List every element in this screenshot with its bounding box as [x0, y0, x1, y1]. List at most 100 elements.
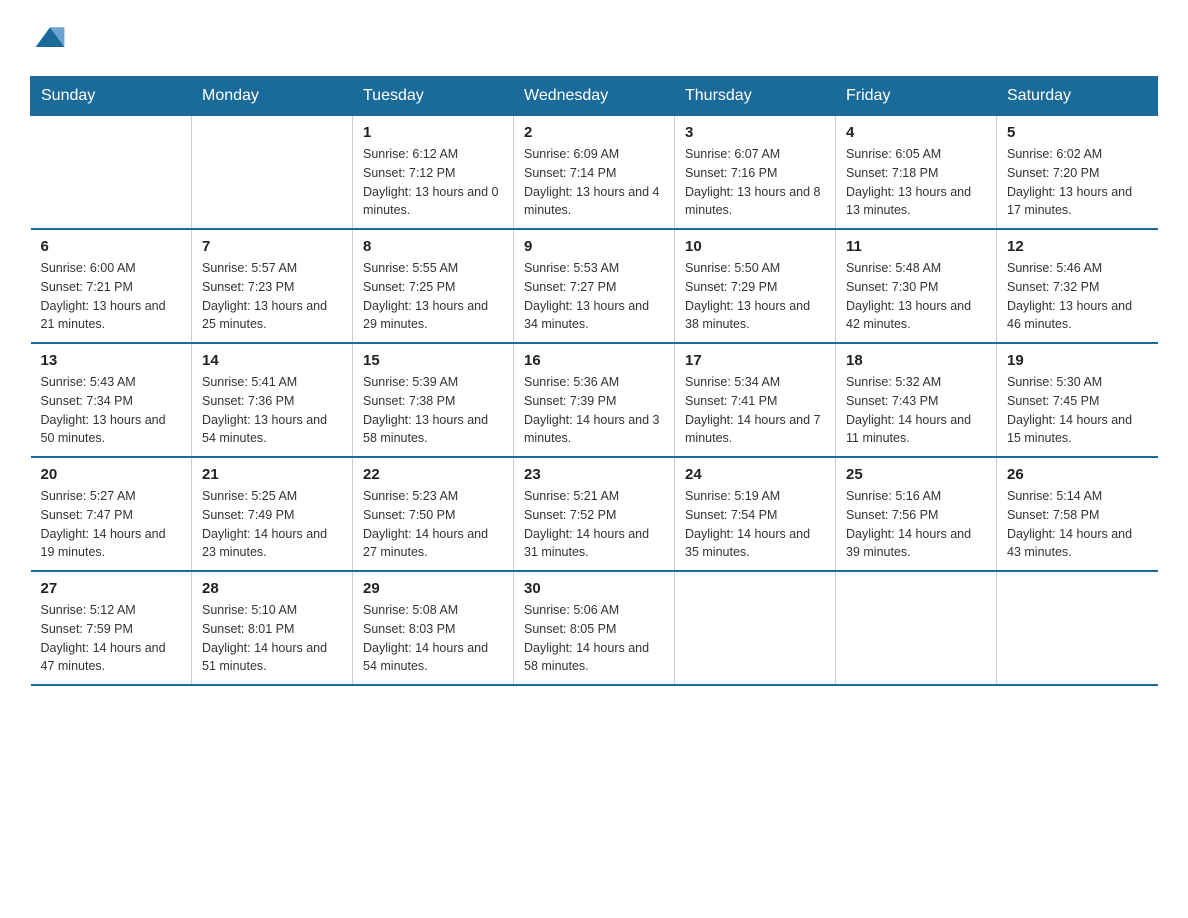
- calendar-cell: [675, 571, 836, 685]
- week-row-2: 6 Sunrise: 6:00 AMSunset: 7:21 PMDaylight…: [31, 229, 1158, 343]
- calendar-cell: 4 Sunrise: 6:05 AMSunset: 7:18 PMDaylight…: [836, 116, 997, 230]
- day-of-week-sunday: Sunday: [31, 77, 192, 116]
- day-info: Sunrise: 5:16 AMSunset: 7:56 PMDaylight:…: [846, 487, 986, 562]
- day-number: 30: [524, 580, 664, 597]
- calendar-cell: 26 Sunrise: 5:14 AMSunset: 7:58 PMDayligh…: [997, 457, 1158, 571]
- day-of-week-friday: Friday: [836, 77, 997, 116]
- day-info: Sunrise: 5:27 AMSunset: 7:47 PMDaylight:…: [41, 487, 182, 562]
- day-number: 13: [41, 352, 182, 369]
- day-info: Sunrise: 5:08 AMSunset: 8:03 PMDaylight:…: [363, 601, 503, 676]
- logo-icon: [32, 20, 68, 56]
- day-info: Sunrise: 6:05 AMSunset: 7:18 PMDaylight:…: [846, 145, 986, 220]
- calendar-cell: 20 Sunrise: 5:27 AMSunset: 7:47 PMDayligh…: [31, 457, 192, 571]
- calendar-cell: 17Sunrise: 5:34 AMSunset: 7:41 PMDayligh…: [675, 343, 836, 457]
- day-info: Sunrise: 6:02 AMSunset: 7:20 PMDaylight:…: [1007, 145, 1148, 220]
- calendar-cell: [192, 116, 353, 230]
- calendar-cell: 15 Sunrise: 5:39 AMSunset: 7:38 PMDayligh…: [353, 343, 514, 457]
- day-info: Sunrise: 5:39 AMSunset: 7:38 PMDaylight:…: [363, 373, 503, 448]
- day-number: 20: [41, 466, 182, 483]
- day-info: Sunrise: 5:57 AMSunset: 7:23 PMDaylight:…: [202, 259, 342, 334]
- day-number: 19: [1007, 352, 1148, 369]
- week-row-3: 13 Sunrise: 5:43 AMSunset: 7:34 PMDayligh…: [31, 343, 1158, 457]
- day-number: 7: [202, 238, 342, 255]
- calendar-cell: 1Sunrise: 6:12 AMSunset: 7:12 PMDaylight…: [353, 116, 514, 230]
- day-info: Sunrise: 5:30 AMSunset: 7:45 PMDaylight:…: [1007, 373, 1148, 448]
- day-info: Sunrise: 6:07 AMSunset: 7:16 PMDaylight:…: [685, 145, 825, 220]
- day-number: 28: [202, 580, 342, 597]
- calendar-body: 1Sunrise: 6:12 AMSunset: 7:12 PMDaylight…: [31, 116, 1158, 686]
- day-info: Sunrise: 5:14 AMSunset: 7:58 PMDaylight:…: [1007, 487, 1148, 562]
- day-number: 4: [846, 124, 986, 141]
- day-of-week-tuesday: Tuesday: [353, 77, 514, 116]
- day-info: Sunrise: 5:43 AMSunset: 7:34 PMDaylight:…: [41, 373, 182, 448]
- day-of-week-monday: Monday: [192, 77, 353, 116]
- calendar-cell: 13 Sunrise: 5:43 AMSunset: 7:34 PMDayligh…: [31, 343, 192, 457]
- day-number: 17: [685, 352, 825, 369]
- calendar-cell: 14 Sunrise: 5:41 AMSunset: 7:36 PMDayligh…: [192, 343, 353, 457]
- day-info: Sunrise: 5:48 AMSunset: 7:30 PMDaylight:…: [846, 259, 986, 334]
- calendar-cell: 21Sunrise: 5:25 AMSunset: 7:49 PMDayligh…: [192, 457, 353, 571]
- week-row-1: 1Sunrise: 6:12 AMSunset: 7:12 PMDaylight…: [31, 116, 1158, 230]
- day-of-week-saturday: Saturday: [997, 77, 1158, 116]
- day-number: 6: [41, 238, 182, 255]
- day-info: Sunrise: 6:12 AMSunset: 7:12 PMDaylight:…: [363, 145, 503, 220]
- calendar-cell: 18Sunrise: 5:32 AMSunset: 7:43 PMDayligh…: [836, 343, 997, 457]
- calendar-cell: [836, 571, 997, 685]
- day-info: Sunrise: 5:36 AMSunset: 7:39 PMDaylight:…: [524, 373, 664, 448]
- calendar-cell: 24 Sunrise: 5:19 AMSunset: 7:54 PMDayligh…: [675, 457, 836, 571]
- day-info: Sunrise: 5:12 AMSunset: 7:59 PMDaylight:…: [41, 601, 182, 676]
- day-number: 3: [685, 124, 825, 141]
- calendar-cell: 11 Sunrise: 5:48 AMSunset: 7:30 PMDayligh…: [836, 229, 997, 343]
- calendar-cell: 9 Sunrise: 5:53 AMSunset: 7:27 PMDaylight…: [514, 229, 675, 343]
- days-of-week-row: SundayMondayTuesdayWednesdayThursdayFrid…: [31, 77, 1158, 116]
- calendar-cell: 12 Sunrise: 5:46 AMSunset: 7:32 PMDayligh…: [997, 229, 1158, 343]
- calendar-table: SundayMondayTuesdayWednesdayThursdayFrid…: [30, 76, 1158, 686]
- calendar-cell: 30 Sunrise: 5:06 AMSunset: 8:05 PMDayligh…: [514, 571, 675, 685]
- day-info: Sunrise: 5:10 AMSunset: 8:01 PMDaylight:…: [202, 601, 342, 676]
- calendar-cell: 3 Sunrise: 6:07 AMSunset: 7:16 PMDaylight…: [675, 116, 836, 230]
- day-number: 11: [846, 238, 986, 255]
- page-header: [30, 20, 1158, 56]
- day-number: 22: [363, 466, 503, 483]
- day-number: 10: [685, 238, 825, 255]
- day-number: 12: [1007, 238, 1148, 255]
- calendar-cell: 27 Sunrise: 5:12 AMSunset: 7:59 PMDayligh…: [31, 571, 192, 685]
- day-number: 14: [202, 352, 342, 369]
- calendar-cell: 22Sunrise: 5:23 AMSunset: 7:50 PMDayligh…: [353, 457, 514, 571]
- calendar-cell: 2 Sunrise: 6:09 AMSunset: 7:14 PMDaylight…: [514, 116, 675, 230]
- day-number: 24: [685, 466, 825, 483]
- day-info: Sunrise: 5:21 AMSunset: 7:52 PMDaylight:…: [524, 487, 664, 562]
- day-info: Sunrise: 5:50 AMSunset: 7:29 PMDaylight:…: [685, 259, 825, 334]
- day-info: Sunrise: 5:19 AMSunset: 7:54 PMDaylight:…: [685, 487, 825, 562]
- calendar-cell: 23 Sunrise: 5:21 AMSunset: 7:52 PMDayligh…: [514, 457, 675, 571]
- calendar-cell: 7 Sunrise: 5:57 AMSunset: 7:23 PMDaylight…: [192, 229, 353, 343]
- day-number: 26: [1007, 466, 1148, 483]
- day-of-week-wednesday: Wednesday: [514, 77, 675, 116]
- calendar-cell: [31, 116, 192, 230]
- day-number: 25: [846, 466, 986, 483]
- day-info: Sunrise: 6:09 AMSunset: 7:14 PMDaylight:…: [524, 145, 664, 220]
- day-number: 23: [524, 466, 664, 483]
- calendar-cell: 5Sunrise: 6:02 AMSunset: 7:20 PMDaylight…: [997, 116, 1158, 230]
- day-info: Sunrise: 5:46 AMSunset: 7:32 PMDaylight:…: [1007, 259, 1148, 334]
- calendar-cell: 6 Sunrise: 6:00 AMSunset: 7:21 PMDaylight…: [31, 229, 192, 343]
- week-row-4: 20 Sunrise: 5:27 AMSunset: 7:47 PMDayligh…: [31, 457, 1158, 571]
- week-row-5: 27 Sunrise: 5:12 AMSunset: 7:59 PMDayligh…: [31, 571, 1158, 685]
- day-number: 27: [41, 580, 182, 597]
- day-number: 15: [363, 352, 503, 369]
- logo: [30, 20, 70, 56]
- calendar-cell: 8Sunrise: 5:55 AMSunset: 7:25 PMDaylight…: [353, 229, 514, 343]
- day-number: 9: [524, 238, 664, 255]
- calendar-cell: 10 Sunrise: 5:50 AMSunset: 7:29 PMDayligh…: [675, 229, 836, 343]
- day-info: Sunrise: 5:55 AMSunset: 7:25 PMDaylight:…: [363, 259, 503, 334]
- calendar-cell: [997, 571, 1158, 685]
- day-info: Sunrise: 5:53 AMSunset: 7:27 PMDaylight:…: [524, 259, 664, 334]
- calendar-cell: 16Sunrise: 5:36 AMSunset: 7:39 PMDayligh…: [514, 343, 675, 457]
- day-number: 29: [363, 580, 503, 597]
- day-of-week-thursday: Thursday: [675, 77, 836, 116]
- day-info: Sunrise: 6:00 AMSunset: 7:21 PMDaylight:…: [41, 259, 182, 334]
- day-info: Sunrise: 5:06 AMSunset: 8:05 PMDaylight:…: [524, 601, 664, 676]
- day-info: Sunrise: 5:41 AMSunset: 7:36 PMDaylight:…: [202, 373, 342, 448]
- day-number: 2: [524, 124, 664, 141]
- day-number: 18: [846, 352, 986, 369]
